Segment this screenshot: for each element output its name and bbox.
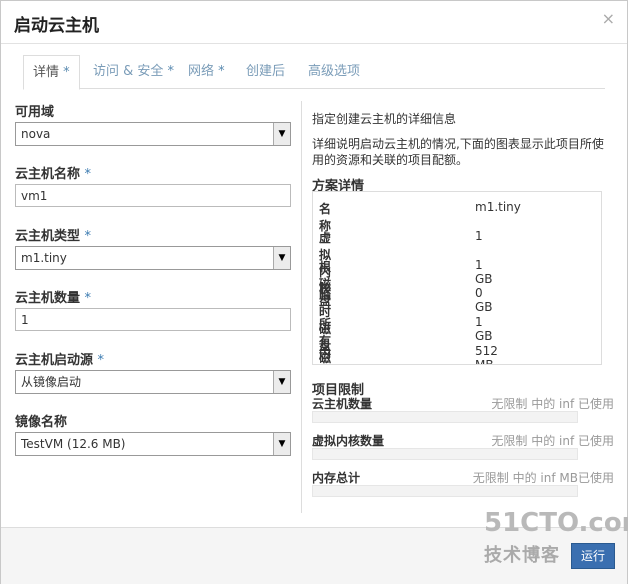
select-value: m1.tiny [21,251,67,265]
instance-name-label: 云主机名称 * [15,163,293,182]
instance-name-input[interactable]: vm1 [15,184,291,207]
flavor-select[interactable]: m1.tiny ▼ [15,246,291,270]
limit-text: 无限制 中的 inf 已使用 [491,397,614,411]
tab-details[interactable]: 详情 * [23,55,80,90]
flavor-field: 云主机类型 * m1.tiny ▼ [15,225,293,270]
select-value: nova [21,127,51,141]
label-text: 云主机名称 [15,167,81,182]
tab-label: 详情 [33,65,60,80]
boot-source-label: 云主机启动源 * [15,349,293,368]
label-text: 云主机类型 [15,229,81,244]
limit-label: 虚拟内核数量 [312,434,385,448]
launch-instance-dialog: 启动云主机 × 详情 * 访问 & 安全 * 网络 * 创建后 高级选项 可用域… [0,0,628,584]
tab-label: 网络 [188,64,215,79]
select-value: TestVM (12.6 MB) [21,437,126,451]
required-star: * [59,65,70,80]
required-star: * [84,291,92,306]
tab-bar: 详情 * 访问 & 安全 * 网络 * 创建后 高级选项 [23,55,605,90]
row-value: 1 GB [475,315,493,343]
tab-post-creation[interactable]: 创建后 [246,55,285,88]
image-name-field: 镜像名称 TestVM (12.6 MB) ▼ [15,411,293,456]
row-value: 1 [475,229,483,243]
boot-source-select[interactable]: 从镜像启动 ▼ [15,370,291,394]
chevron-down-icon[interactable]: ▼ [273,247,290,269]
row-value: m1.tiny [475,200,521,214]
required-star: * [84,167,92,182]
instance-count-input[interactable]: 1 [15,308,291,331]
column-divider [301,101,302,513]
select-value: 从镜像启动 [21,375,82,389]
availability-zone-select[interactable]: nova ▼ [15,122,291,146]
limit-text: 无限制 中的 inf 已使用 [491,434,614,448]
dialog-header: 启动云主机 × [1,1,627,44]
chevron-down-icon[interactable]: ▼ [273,371,290,393]
launch-button[interactable]: 运行 [571,543,615,569]
limit-label: 云主机数量 [312,397,373,411]
image-name-label: 镜像名称 [15,415,68,430]
instance-count-label: 云主机数量 * [15,287,293,306]
row-value: 1 GB [475,258,493,286]
limit-text: 无限制 中的 inf MB已使用 [472,471,614,485]
row-value: 512 MB [475,344,498,365]
required-star: * [163,64,175,79]
progress-bar [312,485,578,497]
flavor-details-table: 名称 m1.tiny 虚拟内核 1 根磁盘 1 GB 临时磁盘 0 GB 所有磁… [312,191,602,365]
close-icon[interactable]: × [602,9,615,28]
image-name-select[interactable]: TestVM (12.6 MB) ▼ [15,432,291,456]
tab-label: 创建后 [246,64,286,79]
required-star: * [97,353,105,368]
flavor-label: 云主机类型 * [15,225,293,244]
progress-bar [312,411,578,423]
info-heading: 指定创建云主机的详细信息 [312,112,457,126]
availability-zone-field: 可用域 nova ▼ [15,101,293,146]
row-name: 内存 [319,346,332,364]
watermark-text: 技术博客 [484,545,560,566]
watermark-logo: 51CTO.com [484,508,628,538]
label-text: 云主机数量 [15,291,81,306]
tab-label: 访问 & 安全 [93,64,164,79]
required-star: * [84,229,92,244]
tab-networking[interactable]: 网络 * [188,55,225,88]
tab-advanced-options[interactable]: 高级选项 [308,55,360,88]
tab-access-security[interactable]: 访问 & 安全 * [93,55,174,88]
boot-source-field: 云主机启动源 * 从镜像启动 ▼ [15,349,293,394]
instance-count-field: 云主机数量 * 1 [15,287,293,331]
dialog-title: 启动云主机 [14,16,99,36]
tab-label: 高级选项 [308,64,361,79]
label-text: 云主机启动源 [15,353,94,368]
instance-name-field: 云主机名称 * vm1 [15,163,293,207]
info-description: 详细说明启动云主机的情况,下面的图表显示此项目所使用的资源和关联的项目配额。 [312,137,604,167]
project-limits: 云主机数量 无限制 中的 inf 已使用 虚拟内核数量 无限制 中的 inf 已… [312,395,614,505]
progress-bar [312,448,578,460]
chevron-down-icon[interactable]: ▼ [273,123,290,145]
required-star: * [214,64,225,79]
row-value: 0 GB [475,286,493,314]
availability-zone-label: 可用域 [15,105,55,120]
chevron-down-icon[interactable]: ▼ [273,433,290,455]
limit-label: 内存总计 [312,471,361,485]
